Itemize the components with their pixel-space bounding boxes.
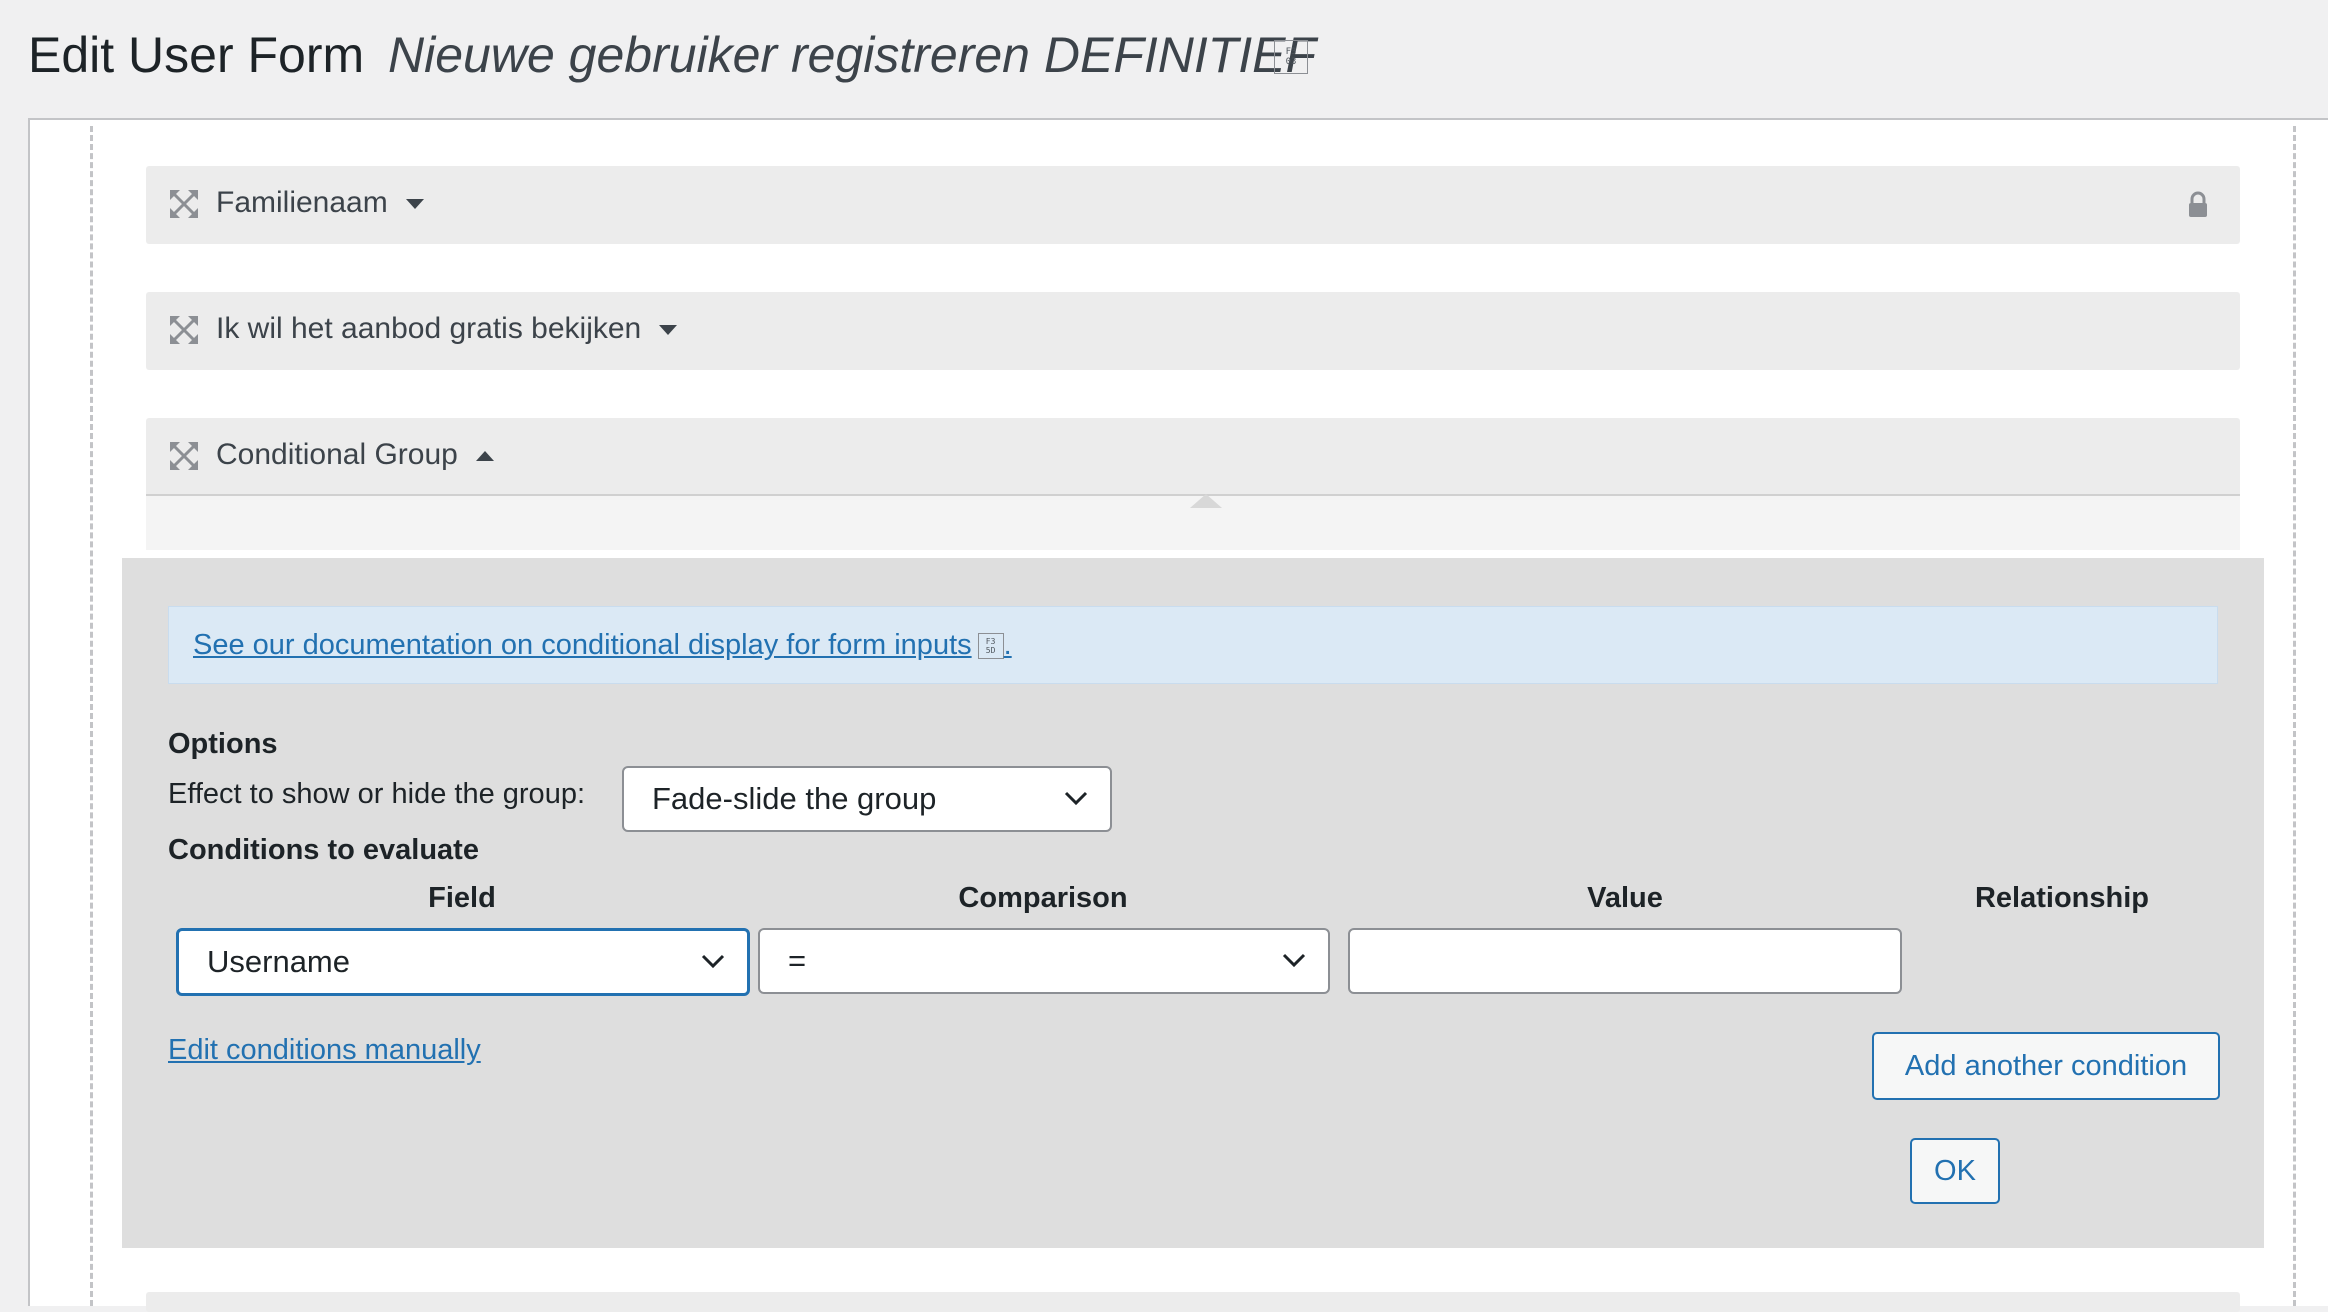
edit-conditions-manually-link[interactable]: Edit conditions manually bbox=[168, 1034, 481, 1067]
field-title[interactable]: Conditional Group bbox=[216, 438, 494, 472]
column-header-relationship: Relationship bbox=[1974, 882, 2149, 914]
effect-label: Effect to show or hide the group: bbox=[168, 778, 586, 810]
field-title[interactable]: Ik wil het aanbod gratis bekijken bbox=[216, 312, 678, 346]
form-field-gratis-bekijken[interactable]: Ik wil het aanbod gratis bekijken bbox=[146, 292, 2240, 370]
ok-button[interactable]: OK bbox=[1910, 1138, 2000, 1204]
documentation-notice: See our documentation on conditional dis… bbox=[168, 606, 2218, 684]
documentation-link-text: See our documentation on conditional dis… bbox=[193, 629, 972, 661]
form-field-conditional-group[interactable]: Conditional Group bbox=[146, 418, 2240, 496]
chevron-down-icon bbox=[701, 954, 725, 969]
form-name: Nieuwe gebruiker registreren DEFINITIEF bbox=[388, 27, 1317, 83]
page-header: Edit User Form Nieuwe gebruiker registre… bbox=[0, 0, 2328, 120]
form-field-familienaam[interactable]: Familienaam bbox=[146, 166, 2240, 244]
missing-glyph-icon: F3 03 bbox=[1274, 40, 1308, 74]
options-heading: Options bbox=[168, 728, 278, 760]
move-arrows-icon[interactable] bbox=[170, 442, 198, 470]
field-label-text: Ik wil het aanbod gratis bekijken bbox=[216, 312, 642, 345]
condition-value-input[interactable] bbox=[1348, 928, 1902, 994]
caret-down-icon[interactable] bbox=[659, 325, 678, 336]
page-title: Edit User Form bbox=[28, 27, 365, 83]
field-label-text: Conditional Group bbox=[216, 438, 458, 471]
condition-comparison-value: = bbox=[788, 943, 807, 978]
add-condition-button[interactable]: Add another condition bbox=[1872, 1032, 2220, 1100]
chevron-down-icon bbox=[1064, 791, 1088, 806]
move-arrows-icon[interactable] bbox=[170, 190, 198, 218]
effect-select-value: Fade-slide the group bbox=[652, 781, 937, 816]
popover-pointer bbox=[1190, 494, 1222, 508]
admin-left-strip bbox=[0, 120, 28, 1306]
group-dashed-border-left bbox=[90, 126, 93, 1306]
conditional-settings-panel: See our documentation on conditional dis… bbox=[122, 558, 2264, 1248]
field-title[interactable]: Familienaam bbox=[216, 186, 424, 220]
caret-down-icon[interactable] bbox=[405, 199, 424, 210]
external-link-icon: F3 5D bbox=[977, 633, 1004, 660]
lock-icon bbox=[2189, 191, 2207, 217]
caret-up-icon[interactable] bbox=[475, 451, 494, 462]
move-arrows-icon[interactable] bbox=[170, 316, 198, 344]
link-suffix: . bbox=[1003, 629, 1012, 661]
condition-field-select[interactable]: Username bbox=[176, 928, 750, 996]
conditions-heading: Conditions to evaluate bbox=[168, 834, 479, 866]
next-form-field[interactable] bbox=[146, 1292, 2240, 1312]
condition-field-value: Username bbox=[207, 944, 350, 979]
condition-comparison-select[interactable]: = bbox=[758, 928, 1330, 994]
column-header-field: Field bbox=[428, 882, 496, 914]
column-header-value: Value bbox=[1587, 882, 1663, 914]
effect-select[interactable]: Fade-slide the group bbox=[622, 766, 1112, 832]
column-header-comparison: Comparison bbox=[958, 882, 1128, 914]
chevron-down-icon bbox=[1282, 953, 1306, 968]
group-dashed-border-right bbox=[2293, 126, 2296, 1306]
documentation-link[interactable]: See our documentation on conditional dis… bbox=[193, 629, 1012, 662]
field-label-text: Familienaam bbox=[216, 186, 388, 219]
